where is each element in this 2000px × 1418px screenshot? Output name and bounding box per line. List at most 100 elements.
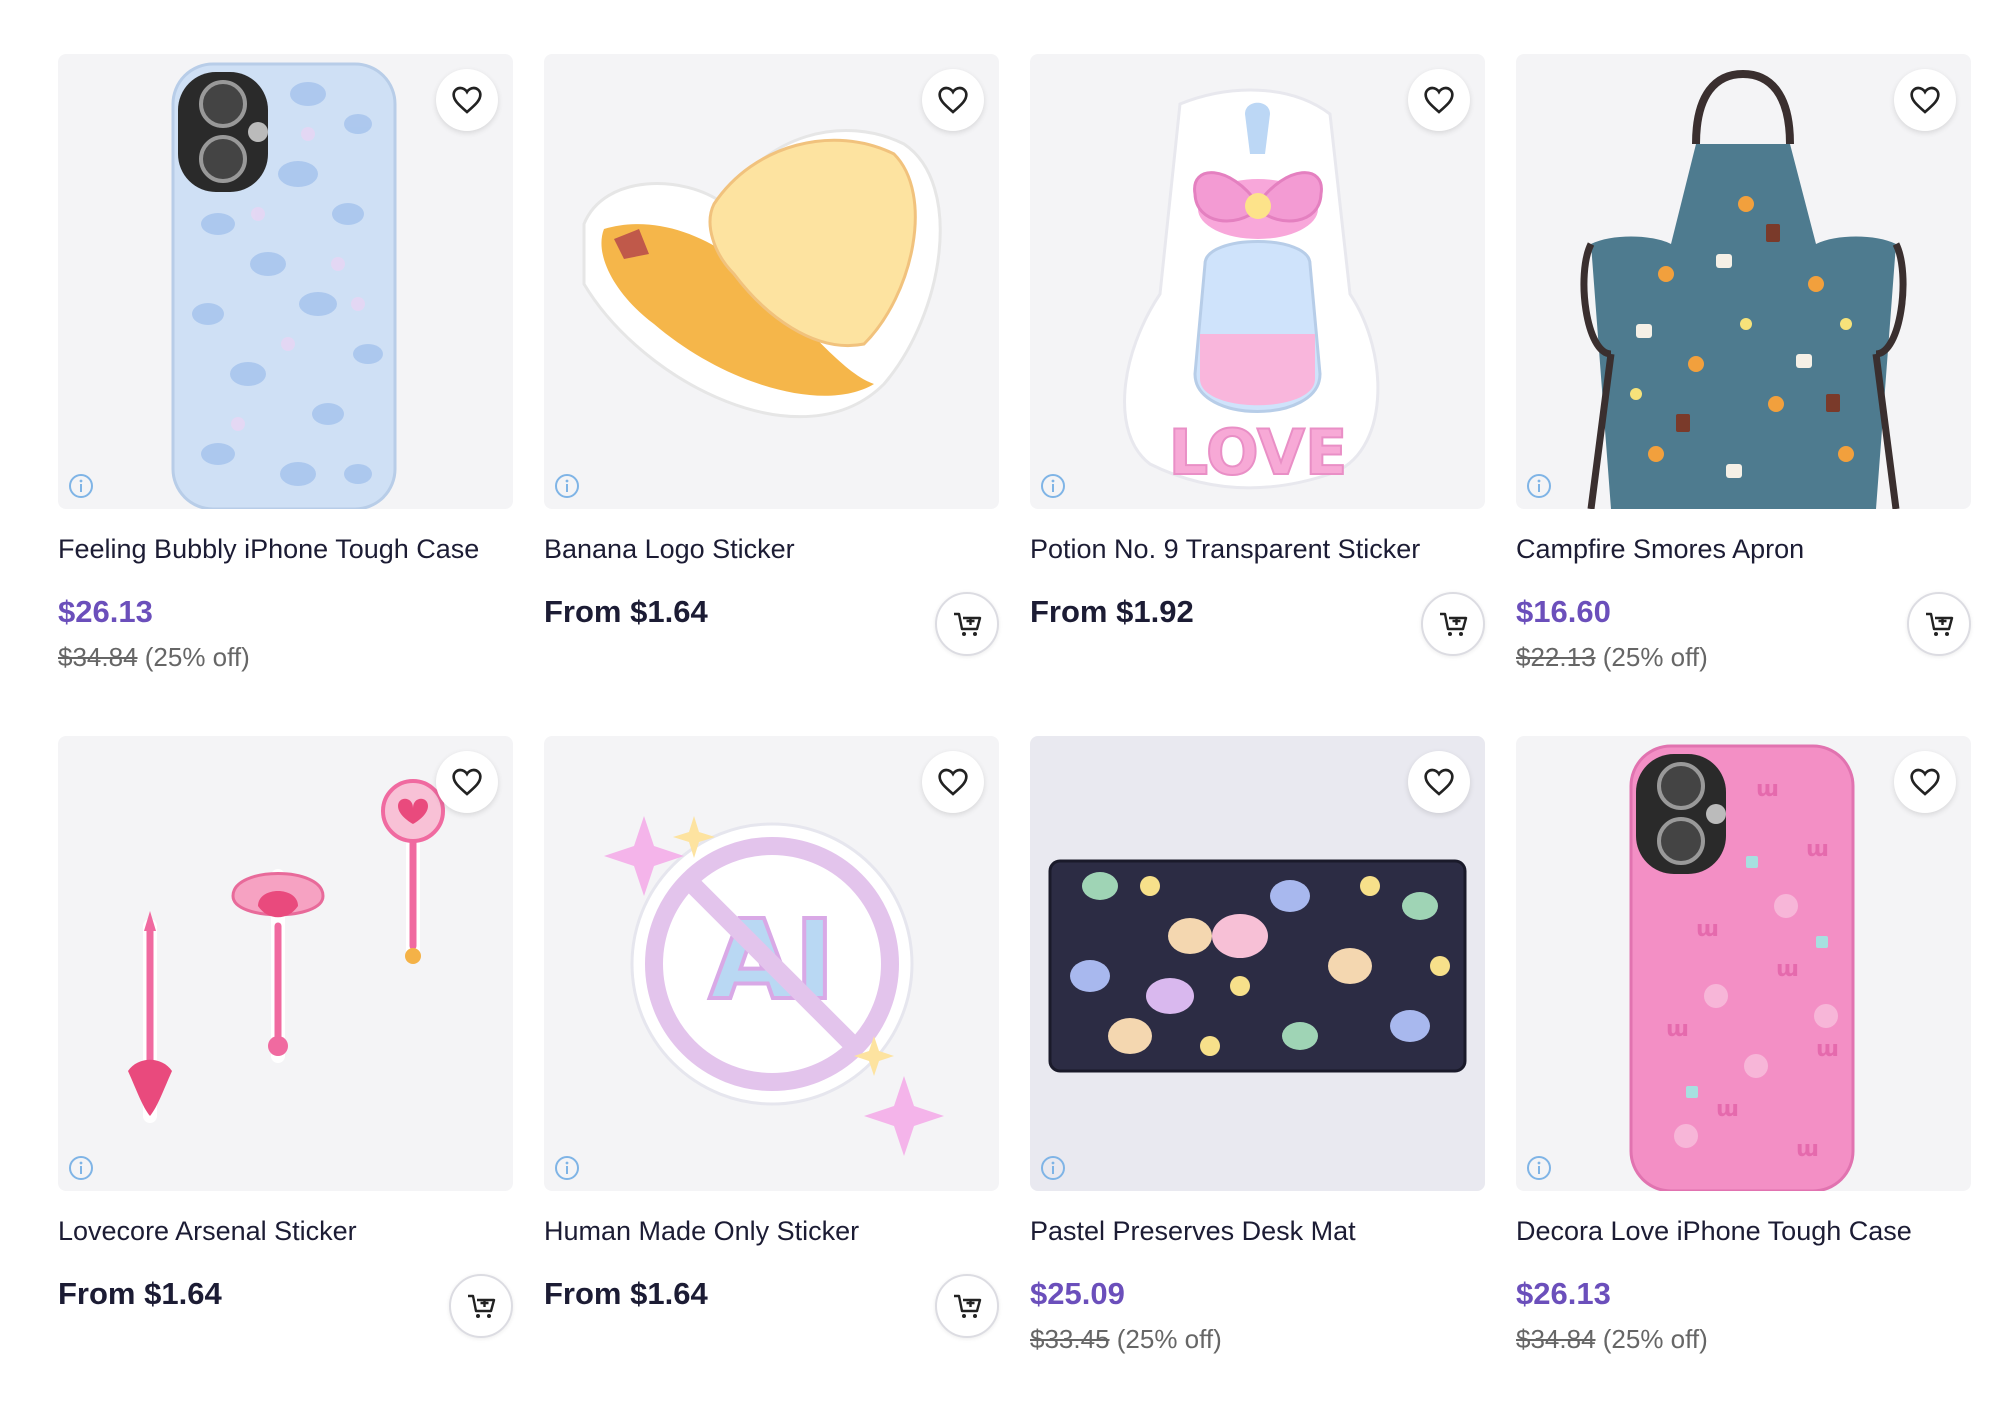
product-card[interactable]: LOVE Potion No. 9 Transparent Sticker Fr… — [1030, 54, 1485, 736]
product-card[interactable]: AI Human Made Only Sticker From $1.64 — [544, 736, 999, 1418]
info-icon — [555, 1156, 579, 1180]
info-button[interactable] — [68, 1155, 94, 1181]
price-row: $26.13 $34.84 (25% off) — [58, 592, 513, 672]
favorite-button[interactable] — [436, 751, 498, 813]
info-button[interactable] — [1526, 1155, 1552, 1181]
info-icon — [69, 1156, 93, 1180]
svg-text:ɯ: ɯ — [1716, 1097, 1739, 1122]
original-price-line: $34.84 (25% off) — [1516, 1322, 1971, 1356]
product-title[interactable]: Decora Love iPhone Tough Case — [1516, 1213, 1971, 1249]
product-title[interactable]: Pastel Preserves Desk Mat — [1030, 1213, 1485, 1249]
add-to-cart-icon — [954, 1294, 982, 1318]
add-to-cart-button[interactable] — [449, 1274, 513, 1338]
discount-label: (25% off) — [1602, 1324, 1708, 1354]
product-image[interactable]: AI — [544, 736, 999, 1191]
price-row: $26.13 $34.84 (25% off) — [1516, 1274, 1971, 1354]
info-icon — [1041, 474, 1065, 498]
heart-icon — [1424, 768, 1454, 796]
product-image[interactable] — [58, 54, 513, 509]
product-card[interactable]: Lovecore Arsenal Sticker From $1.64 — [58, 736, 513, 1418]
info-button[interactable] — [1040, 1155, 1066, 1181]
info-button[interactable] — [554, 1155, 580, 1181]
heart-icon — [938, 86, 968, 114]
info-icon — [69, 474, 93, 498]
info-button[interactable] — [554, 473, 580, 499]
product-image[interactable]: LOVE — [1030, 54, 1485, 509]
product-image[interactable] — [1030, 736, 1485, 1191]
product-price: From $1.92 — [1030, 594, 1194, 629]
discount-label: (25% off) — [144, 642, 250, 672]
original-price: $34.84 — [1516, 1324, 1596, 1354]
add-to-cart-icon — [1440, 612, 1468, 636]
favorite-button[interactable] — [1894, 751, 1956, 813]
product-card[interactable]: Pastel Preserves Desk Mat $25.09 $33.45 … — [1030, 736, 1485, 1418]
heart-icon — [452, 86, 482, 114]
add-to-cart-icon — [468, 1294, 496, 1318]
add-to-cart-button[interactable] — [935, 1274, 999, 1338]
info-icon — [1041, 1156, 1065, 1180]
discount-label: (25% off) — [1602, 642, 1708, 672]
original-price: $22.13 — [1516, 642, 1596, 672]
product-price: From $1.64 — [544, 594, 708, 629]
product-image[interactable]: ɯ ɯ ɯ ɯ ɯ ɯ ɯ ɯ — [1516, 736, 1971, 1191]
original-price: $33.45 — [1030, 1324, 1110, 1354]
heart-icon — [1424, 86, 1454, 114]
svg-text:ɯ: ɯ — [1816, 1037, 1839, 1062]
product-card[interactable]: ɯ ɯ ɯ ɯ ɯ ɯ ɯ ɯ Decora Love iPhone Tough… — [1516, 736, 1971, 1418]
add-to-cart-button[interactable] — [1421, 592, 1485, 656]
product-title[interactable]: Potion No. 9 Transparent Sticker — [1030, 531, 1485, 567]
heart-icon — [938, 768, 968, 796]
info-icon — [1527, 1156, 1551, 1180]
product-card[interactable]: Campfire Smores Apron $16.60 $22.13 (25%… — [1516, 54, 1971, 736]
heart-icon — [1910, 768, 1940, 796]
info-icon — [1527, 474, 1551, 498]
product-price: $16.60 — [1516, 594, 1611, 629]
product-title[interactable]: Feeling Bubbly iPhone Tough Case — [58, 531, 513, 567]
product-price: $25.09 — [1030, 1276, 1125, 1311]
product-price: $26.13 — [1516, 1276, 1611, 1311]
product-image[interactable] — [544, 54, 999, 509]
favorite-button[interactable] — [1408, 69, 1470, 131]
price-row: $16.60 $22.13 (25% off) — [1516, 592, 1971, 672]
info-button[interactable] — [1040, 473, 1066, 499]
favorite-button[interactable] — [1894, 69, 1956, 131]
info-icon — [555, 474, 579, 498]
favorite-button[interactable] — [922, 69, 984, 131]
price-row: From $1.64 — [58, 1274, 513, 1338]
svg-text:ɯ: ɯ — [1756, 777, 1779, 802]
info-button[interactable] — [1526, 473, 1552, 499]
original-price: $34.84 — [58, 642, 138, 672]
product-title[interactable]: Banana Logo Sticker — [544, 531, 999, 567]
favorite-button[interactable] — [436, 69, 498, 131]
svg-text:LOVE: LOVE — [1169, 416, 1348, 489]
add-to-cart-icon — [954, 612, 982, 636]
add-to-cart-button[interactable] — [935, 592, 999, 656]
info-button[interactable] — [68, 473, 94, 499]
product-card[interactable]: Banana Logo Sticker From $1.64 — [544, 54, 999, 736]
product-title[interactable]: Human Made Only Sticker — [544, 1213, 999, 1249]
product-price: $26.13 — [58, 594, 153, 629]
svg-text:ɯ: ɯ — [1776, 957, 1799, 982]
product-title[interactable]: Campfire Smores Apron — [1516, 531, 1971, 567]
product-price: From $1.64 — [544, 1276, 708, 1311]
favorite-button[interactable] — [922, 751, 984, 813]
product-title[interactable]: Lovecore Arsenal Sticker — [58, 1213, 513, 1249]
original-price-line: $33.45 (25% off) — [1030, 1322, 1485, 1356]
svg-text:ɯ: ɯ — [1696, 917, 1719, 942]
svg-text:ɯ: ɯ — [1796, 1137, 1819, 1162]
product-image[interactable] — [1516, 54, 1971, 509]
add-to-cart-button[interactable] — [1907, 592, 1971, 656]
favorite-button[interactable] — [1408, 751, 1470, 813]
original-price-line: $34.84 (25% off) — [58, 640, 513, 674]
add-to-cart-icon — [1926, 612, 1954, 636]
product-price: From $1.64 — [58, 1276, 222, 1311]
product-grid: Feeling Bubbly iPhone Tough Case $26.13 … — [58, 54, 1971, 1418]
original-price-line: $22.13 (25% off) — [1516, 640, 1971, 674]
price-row: From $1.64 — [544, 1274, 999, 1338]
price-row: From $1.92 — [1030, 592, 1485, 656]
product-card[interactable]: Feeling Bubbly iPhone Tough Case $26.13 … — [58, 54, 513, 736]
discount-label: (25% off) — [1116, 1324, 1222, 1354]
price-row: From $1.64 — [544, 592, 999, 656]
product-image[interactable] — [58, 736, 513, 1191]
heart-icon — [452, 768, 482, 796]
